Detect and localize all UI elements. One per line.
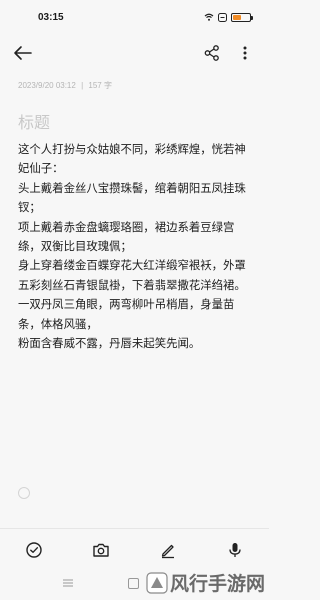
battery-icon	[231, 12, 253, 22]
status-bar: 03:15	[0, 0, 269, 34]
wifi-icon	[204, 13, 214, 21]
more-options-icon[interactable]	[240, 44, 250, 62]
handwriting-pen-icon[interactable]	[159, 541, 177, 559]
watermark-text: 风行手游网	[169, 573, 265, 595]
share-icon[interactable]	[203, 44, 221, 62]
status-icons	[204, 12, 253, 22]
status-time: 03:15	[38, 11, 64, 23]
battery-level	[233, 14, 241, 20]
note-paragraph: 项上戴着赤金盘螭璎珞圈，裙边系着豆绿宫绦，双衡比目玫瑰佩；	[18, 219, 235, 254]
checkbox-circle-icon[interactable]	[18, 487, 30, 499]
watermark-logo-icon	[146, 571, 168, 594]
alarm-icon	[218, 12, 227, 22]
note-meta: 2023/9/20 03:12 | 157 字	[18, 80, 112, 91]
home-icon[interactable]	[128, 578, 139, 589]
note-paragraph: 身上穿着缕金百蝶穿花大红洋缎窄裉袄，外罩五彩刻丝石青银鼠褂，下着翡翠撒花洋绉裙。	[18, 258, 246, 292]
note-timestamp: 2023/9/20 03:12	[18, 81, 76, 90]
camera-icon[interactable]	[92, 541, 110, 559]
note-paragraph: 头上戴着金丝八宝攒珠髻，绾着朝阳五凤挂珠钗；	[18, 180, 246, 215]
checklist-icon[interactable]	[25, 541, 43, 559]
meta-separator: |	[81, 81, 84, 90]
microphone-icon[interactable]	[226, 541, 244, 559]
note-word-count: 157 字	[88, 81, 112, 90]
watermark: 风行手游网	[146, 569, 265, 596]
note-toolbar	[0, 38, 269, 68]
note-body[interactable]: 这个人打扮与众姑娘不同，彩绣辉煌，恍若神妃仙子： 头上戴着金丝八宝攒珠髻，绾着朝…	[18, 140, 256, 353]
recent-apps-icon[interactable]	[62, 578, 74, 588]
back-arrow-icon[interactable]	[12, 44, 34, 62]
note-paragraph: 一双丹凤三角眼，两弯柳叶吊梢眉，身量苗条，体格风骚，	[18, 297, 235, 331]
note-paragraph: 粉面含春威不露，丹唇未起笑先闻。	[18, 336, 201, 351]
note-paragraph: 这个人打扮与众姑娘不同，彩绣辉煌，恍若神妃仙子：	[18, 142, 246, 176]
bottom-toolbar	[0, 528, 269, 573]
note-title-field[interactable]: 标题	[18, 109, 50, 133]
